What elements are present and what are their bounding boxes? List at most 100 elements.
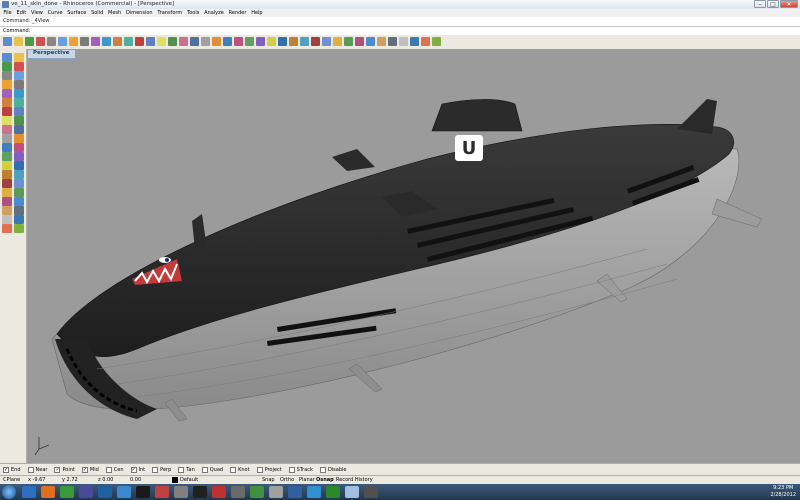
osnap-quad[interactable]: Quad xyxy=(201,466,223,473)
planar-toggle[interactable]: Planar xyxy=(299,477,315,483)
cplane-label[interactable]: CPlane xyxy=(3,477,20,483)
osnap-toggle[interactable]: Osnap xyxy=(316,477,334,483)
taskbar-app-icon[interactable] xyxy=(212,486,226,498)
command-tool-icon[interactable] xyxy=(2,71,12,80)
menu-edit[interactable]: Edit xyxy=(14,9,28,17)
osnap-checkbox[interactable] xyxy=(256,466,263,473)
toolbar-tool-icon[interactable] xyxy=(267,37,276,46)
osnap-checkbox[interactable] xyxy=(319,466,326,473)
command-tool-icon[interactable] xyxy=(2,215,12,224)
toolbar-tool-icon[interactable] xyxy=(113,37,122,46)
ortho-toggle[interactable]: Ortho xyxy=(280,477,294,483)
taskbar-app-icon[interactable] xyxy=(326,486,340,498)
toolbar-tool-icon[interactable] xyxy=(179,37,188,46)
menu-help[interactable]: Help xyxy=(249,9,265,17)
toolbar-tool-icon[interactable] xyxy=(388,37,397,46)
command-tool-icon[interactable] xyxy=(14,80,24,89)
taskbar-app-icon[interactable] xyxy=(98,486,112,498)
menu-transform[interactable]: Transform xyxy=(155,9,185,17)
taskbar-app-icon[interactable] xyxy=(136,486,150,498)
command-tool-icon[interactable] xyxy=(14,134,24,143)
toolbar-tool-icon[interactable] xyxy=(168,37,177,46)
command-tool-icon[interactable] xyxy=(2,161,12,170)
taskbar-app-icon[interactable] xyxy=(288,486,302,498)
toolbar-tool-icon[interactable] xyxy=(399,37,408,46)
command-tool-icon[interactable] xyxy=(2,98,12,107)
command-tool-icon[interactable] xyxy=(2,188,12,197)
osnap-checkbox[interactable]: ✓ xyxy=(54,466,61,473)
command-tool-icon[interactable] xyxy=(14,125,24,134)
taskbar-app-icon[interactable] xyxy=(269,486,283,498)
viewport-tab-perspective[interactable]: Perspective xyxy=(27,49,76,59)
command-tool-icon[interactable] xyxy=(2,116,12,125)
command-tool-icon[interactable] xyxy=(14,89,24,98)
taskbar-app-icon[interactable] xyxy=(155,486,169,498)
toolbar-tool-icon[interactable] xyxy=(344,37,353,46)
toolbar-tool-icon[interactable] xyxy=(256,37,265,46)
menu-mesh[interactable]: Mesh xyxy=(106,9,124,17)
system-clock[interactable]: 9:23 PM 2/28/2012 xyxy=(770,485,796,499)
taskbar-app-icon[interactable] xyxy=(22,486,36,498)
toolbar-tool-icon[interactable] xyxy=(377,37,386,46)
menu-solid[interactable]: Solid xyxy=(89,9,106,17)
toolbar-tool-icon[interactable] xyxy=(311,37,320,46)
command-tool-icon[interactable] xyxy=(2,179,12,188)
toolbar-tool-icon[interactable] xyxy=(333,37,342,46)
command-tool-icon[interactable] xyxy=(14,179,24,188)
command-tool-icon[interactable] xyxy=(14,152,24,161)
osnap-checkbox[interactable] xyxy=(288,466,295,473)
taskbar-app-icon[interactable] xyxy=(364,486,378,498)
osnap-strack[interactable]: STrack xyxy=(288,466,313,473)
toolbar-tool-icon[interactable] xyxy=(190,37,199,46)
menu-analyze[interactable]: Analyze xyxy=(202,9,226,17)
menu-dimension[interactable]: Dimension xyxy=(124,9,155,17)
command-tool-icon[interactable] xyxy=(14,71,24,80)
menu-tools[interactable]: Tools xyxy=(185,9,202,17)
osnap-checkbox[interactable]: ✓ xyxy=(3,466,9,473)
osnap-project[interactable]: Project xyxy=(256,466,282,473)
toolbar-tool-icon[interactable] xyxy=(289,37,298,46)
toolbar-tool-icon[interactable] xyxy=(223,37,232,46)
toolbar-tool-icon[interactable] xyxy=(234,37,243,46)
osnap-checkbox[interactable] xyxy=(201,466,208,473)
layer-name[interactable]: Default xyxy=(180,477,198,483)
maximize-button[interactable]: □ xyxy=(767,0,779,8)
toolbar-tool-icon[interactable] xyxy=(278,37,287,46)
toolbar-tool-icon[interactable] xyxy=(245,37,254,46)
osnap-mid[interactable]: ✓ Mid xyxy=(81,466,99,473)
toolbar-tool-icon[interactable] xyxy=(47,37,56,46)
osnap-int[interactable]: ✓ Int xyxy=(130,466,145,473)
command-tool-icon[interactable] xyxy=(14,53,24,62)
command-tool-icon[interactable] xyxy=(14,188,24,197)
menu-curve[interactable]: Curve xyxy=(45,9,65,17)
toolbar-tool-icon[interactable] xyxy=(124,37,133,46)
start-button[interactable] xyxy=(2,485,16,499)
command-tool-icon[interactable] xyxy=(14,98,24,107)
command-tool-icon[interactable] xyxy=(2,80,12,89)
command-tool-icon[interactable] xyxy=(14,62,24,71)
osnap-checkbox[interactable] xyxy=(27,466,34,473)
command-tool-icon[interactable] xyxy=(2,206,12,215)
osnap-point[interactable]: ✓ Point xyxy=(54,466,75,473)
toolbar-tool-icon[interactable] xyxy=(58,37,67,46)
command-tool-icon[interactable] xyxy=(14,224,24,233)
command-input[interactable] xyxy=(24,27,794,34)
toolbar-tool-icon[interactable] xyxy=(421,37,430,46)
command-tool-icon[interactable] xyxy=(2,107,12,116)
command-tool-icon[interactable] xyxy=(14,206,24,215)
osnap-checkbox[interactable] xyxy=(152,466,159,473)
toolbar-tool-icon[interactable] xyxy=(212,37,221,46)
command-tool-icon[interactable] xyxy=(14,143,24,152)
toolbar-tool-icon[interactable] xyxy=(91,37,100,46)
toolbar-tool-icon[interactable] xyxy=(366,37,375,46)
toolbar-tool-icon[interactable] xyxy=(355,37,364,46)
osnap-tan[interactable]: Tan xyxy=(178,466,195,473)
command-tool-icon[interactable] xyxy=(2,134,12,143)
osnap-near[interactable]: Near xyxy=(27,466,47,473)
toolbar-tool-icon[interactable] xyxy=(322,37,331,46)
command-tool-icon[interactable] xyxy=(2,62,12,71)
toolbar-tool-icon[interactable] xyxy=(3,37,12,46)
taskbar-app-icon[interactable] xyxy=(231,486,245,498)
toolbar-tool-icon[interactable] xyxy=(102,37,111,46)
command-tool-icon[interactable] xyxy=(14,197,24,206)
